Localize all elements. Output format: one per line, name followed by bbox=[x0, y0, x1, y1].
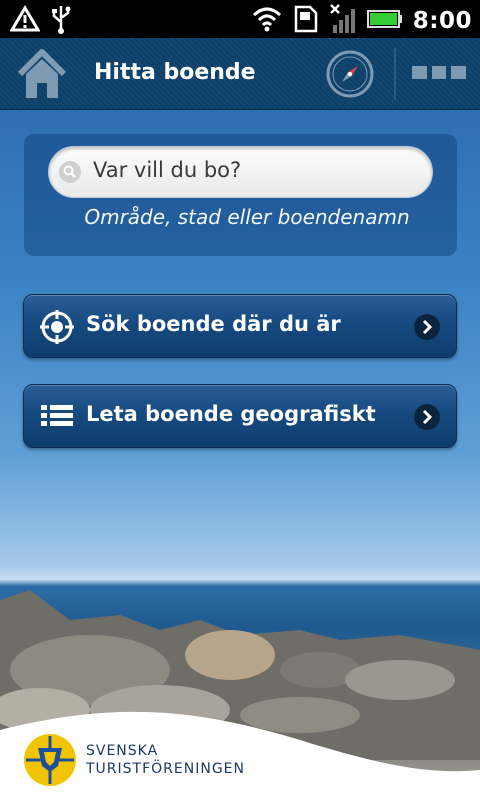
compass-button[interactable] bbox=[324, 48, 376, 100]
page-title: Hitta boende bbox=[94, 60, 256, 85]
sd-card-icon bbox=[293, 4, 319, 38]
clock: 8:00 bbox=[412, 8, 472, 34]
search-hint: Område, stad eller boendenamn bbox=[84, 205, 410, 229]
search-placeholder: Var vill du bo? bbox=[93, 158, 242, 182]
search-nearby-label: Sök boende där du är bbox=[86, 312, 341, 336]
browse-geographic-label: Leta boende geografiskt bbox=[86, 402, 376, 426]
browse-geographic-button[interactable]: Leta boende geografiskt bbox=[23, 384, 457, 448]
action-bar-divider bbox=[394, 48, 396, 100]
search-nearby-button[interactable]: Sök boende där du är bbox=[23, 294, 457, 358]
location-crosshair-icon bbox=[40, 310, 74, 344]
home-button[interactable] bbox=[14, 46, 70, 102]
menu-icon bbox=[412, 66, 427, 79]
wifi-icon bbox=[251, 5, 283, 37]
logo-line-1: SVENSKA bbox=[86, 743, 159, 759]
logo-line-2: TURISTFÖRENINGEN bbox=[86, 761, 245, 777]
chevron-right-icon bbox=[414, 404, 440, 430]
chevron-right-icon bbox=[414, 314, 440, 340]
no-signal-icon bbox=[329, 3, 357, 39]
stf-emblem-icon bbox=[24, 734, 76, 786]
list-icon bbox=[40, 400, 74, 434]
menu-button[interactable] bbox=[412, 66, 467, 82]
status-bar: 8:00 bbox=[0, 0, 480, 38]
battery-icon bbox=[366, 8, 403, 34]
compass-icon bbox=[326, 50, 374, 98]
home-icon bbox=[17, 49, 67, 98]
search-icon bbox=[58, 160, 82, 184]
stf-logo: SVENSKA TURISTFÖRENINGEN bbox=[22, 732, 245, 788]
warning-icon bbox=[9, 5, 41, 37]
usb-icon bbox=[50, 4, 72, 38]
action-bar: Hitta boende bbox=[0, 38, 480, 110]
